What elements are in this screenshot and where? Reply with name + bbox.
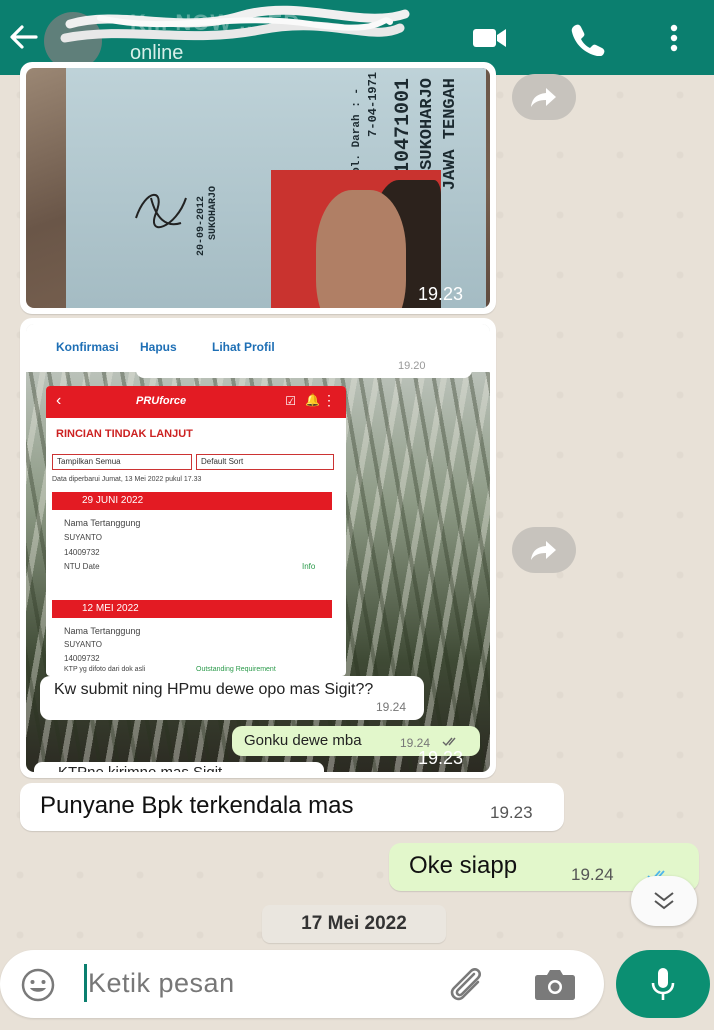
pruforce-screenshot: ‹ PRUforce ☑ 🔔 ⋮ RINCIAN TINDAK LANJUT T… (46, 386, 346, 676)
message-time: 19.24 (571, 865, 614, 884)
signature (135, 193, 187, 229)
forward-icon (531, 541, 556, 560)
forward-button[interactable] (512, 527, 576, 573)
voice-record-button[interactable] (616, 950, 710, 1018)
ktp-photo[interactable]: JAWA TENGAH EN SUKOHARJO 10471001 7-04-1… (26, 68, 490, 308)
attach-icon[interactable] (444, 964, 488, 1004)
pru-select-sort: Default Sort (196, 454, 334, 470)
message-time: 19.23 (418, 284, 464, 304)
pru-app-bar: ‹ PRUforce ☑ 🔔 ⋮ (46, 386, 346, 418)
card-number: 10471001 (392, 78, 415, 175)
message-text: Oke siapp (409, 852, 518, 879)
emoji-icon[interactable] (20, 967, 56, 1003)
nested-incoming-time: 19.24 (376, 700, 407, 714)
pru-entry-note-2: KTP yg difoto dari dok asli (64, 666, 146, 673)
pru-entry-action-1: Info (302, 562, 316, 571)
pru-back-icon: ‹ (56, 392, 62, 409)
image-message-ktp[interactable]: JAWA TENGAH EN SUKOHARJO 10471001 7-04-1… (20, 62, 496, 314)
double-check-icon (442, 737, 456, 747)
pru-app-name: PRUforce (136, 395, 187, 407)
video-call-icon[interactable] (470, 20, 510, 56)
pru-entry-number-1: 14009732 (64, 548, 100, 557)
pru-more-icon: ⋮ (322, 392, 336, 408)
screenshot-photo[interactable]: Konfirmasi Hapus Lihat Profil 19.20 ‹ PR… (26, 324, 490, 772)
microphone-icon (651, 968, 675, 1000)
pru-entry-date-1: 29 JUNI 2022 (52, 492, 332, 510)
id-card: JAWA TENGAH EN SUKOHARJO 10471001 7-04-1… (66, 68, 486, 308)
message-text: Punyane Bpk terkendala mas (40, 792, 354, 819)
text-caret (84, 964, 87, 1002)
message-time: 19.23 (418, 748, 464, 768)
nested-cut-text: KTPne kirimno mas Sigit (58, 764, 222, 772)
pru-select-filter: Tampilkan Semua (52, 454, 192, 470)
incoming-message[interactable]: Punyane Bpk terkendala mas 19.23 (20, 783, 564, 831)
pru-entry-field-1: NTU Date (64, 562, 100, 571)
card-line-1: JAWA TENGAH (441, 78, 460, 191)
pru-check-icon: ☑ (285, 394, 296, 408)
pru-entry-name-2: SUYANTO (64, 640, 102, 649)
phone-icon[interactable] (568, 20, 608, 56)
pru-entry-date-2: 12 MEI 2022 (52, 600, 332, 618)
id-portrait (271, 170, 441, 308)
nested-incoming-bubble: Kw submit ning HPmu dewe opo mas Sigit??… (40, 676, 424, 720)
message-composer: Ketik pesan (0, 950, 604, 1018)
link-lihat-profil: Lihat Profil (212, 340, 275, 354)
message-time: 19.23 (490, 803, 533, 822)
pru-section-title: RINCIAN TINDAK LANJUT (56, 428, 193, 440)
card-line-5: SUKOHARJO (208, 186, 219, 241)
card-line-4: Gol. Darah : - (351, 88, 363, 181)
pru-entry-label-1: Nama Tertanggung (64, 518, 141, 528)
card-line-6: 20-09-2012 (196, 196, 207, 257)
message-input[interactable]: Ketik pesan (88, 968, 235, 999)
date-divider: 17 Mei 2022 (262, 905, 446, 943)
pru-inner-time: 19.23 (296, 658, 327, 672)
pru-bell-icon: 🔔 (305, 393, 320, 407)
nested-cut-bubble: KTPne kirimno mas Sigit (34, 762, 324, 772)
camera-icon[interactable] (532, 966, 578, 1002)
pru-entry-label-2: Nama Tertanggung (64, 626, 141, 636)
nested-outgoing-text: Gonku dewe mba (244, 732, 362, 749)
pru-entry-name-1: SUYANTO (64, 533, 102, 542)
scroll-to-bottom-button[interactable] (631, 876, 697, 926)
pru-updated: Data diperbarui Jumat, 13 Mei 2022 pukul… (52, 476, 202, 483)
forward-icon (531, 88, 556, 107)
pru-entry-status-2: Outstanding Requirement (196, 666, 276, 673)
nested-incoming-text: Kw submit ning HPmu dewe opo mas Sigit?? (54, 681, 374, 698)
more-vert-icon[interactable] (656, 20, 692, 56)
double-chevron-down-icon (654, 892, 674, 910)
quoted-time: 19.20 (398, 360, 426, 372)
image-message-screenshot[interactable]: Konfirmasi Hapus Lihat Profil 19.20 ‹ PR… (20, 318, 496, 778)
link-konfirmasi: Konfirmasi (56, 340, 119, 354)
pru-entry-number-2: 14009732 (64, 654, 100, 663)
link-hapus: Hapus (140, 340, 177, 354)
redaction-scribble (60, 5, 410, 43)
back-arrow-icon[interactable] (6, 20, 40, 54)
card-line-3: 7-04-1971 (366, 72, 380, 137)
forward-button[interactable] (512, 74, 576, 120)
